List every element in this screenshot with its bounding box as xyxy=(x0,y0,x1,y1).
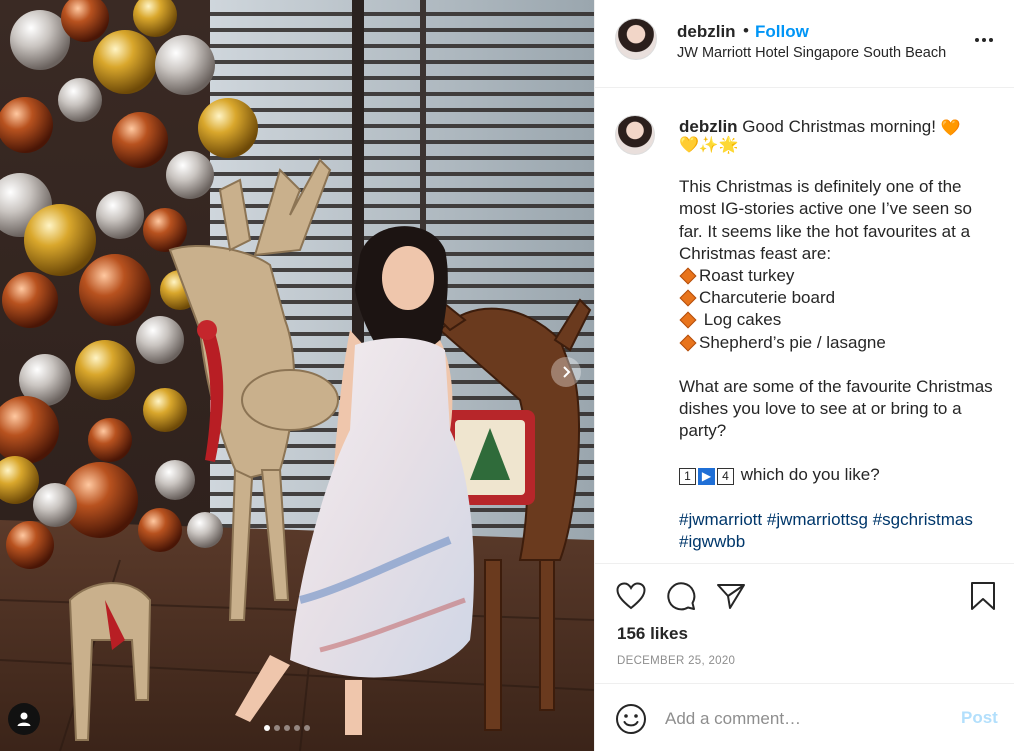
list-item: Shepherd’s pie / lasagne xyxy=(679,332,997,354)
smiley-icon xyxy=(616,704,646,734)
bookmark-icon xyxy=(971,582,995,610)
more-options-icon[interactable] xyxy=(975,38,993,42)
caption-greeting: Good Christmas morning! xyxy=(742,117,936,136)
orange-diamond-icon xyxy=(679,311,697,329)
caption-avatar[interactable] xyxy=(615,115,655,155)
avatar[interactable] xyxy=(615,18,657,60)
carousel-dot xyxy=(264,725,270,731)
comment-button[interactable] xyxy=(665,580,697,612)
location-link[interactable]: JW Marriott Hotel Singapore South Beach xyxy=(677,45,946,61)
post-comment-button[interactable]: Post xyxy=(961,708,998,728)
carousel-next-button[interactable] xyxy=(551,357,581,387)
carousel-dot xyxy=(294,725,300,731)
hashtag-link[interactable]: #jwmarriott xyxy=(679,510,762,529)
likes-count[interactable]: 156 likes xyxy=(617,624,688,644)
emoji-picker-button[interactable] xyxy=(615,703,647,735)
hashtag-link[interactable]: #sgchristmas xyxy=(873,510,973,529)
orange-diamond-icon xyxy=(679,267,697,285)
carousel-dot xyxy=(284,725,290,731)
post-sidebar: debzlin • Follow JW Marriott Hotel Singa… xyxy=(594,0,1014,751)
post-actions: 156 likes DECEMBER 25, 2020 Post xyxy=(595,563,1014,751)
comment-input[interactable] xyxy=(665,707,935,731)
caption-text: debzlin Good Christmas morning! 🧡 💛✨🌟 Th… xyxy=(679,116,997,553)
share-button[interactable] xyxy=(715,580,747,612)
post-date[interactable]: DECEMBER 25, 2020 xyxy=(617,655,735,667)
list-item: Roast turkey xyxy=(679,265,997,287)
orange-diamond-icon xyxy=(679,289,697,307)
comment-form: Post xyxy=(595,683,1014,751)
save-button[interactable] xyxy=(967,580,999,612)
orange-diamond-icon xyxy=(679,334,697,352)
list-item: Log cakes xyxy=(679,309,997,331)
hashtag-link[interactable]: #igwwbb xyxy=(679,532,745,551)
separator-dot: • xyxy=(743,21,749,40)
heart-icon xyxy=(616,582,646,610)
like-button[interactable] xyxy=(615,580,647,612)
user-icon xyxy=(17,712,31,726)
post-header: debzlin • Follow JW Marriott Hotel Singa… xyxy=(595,0,1014,88)
header-username[interactable]: debzlin xyxy=(677,22,736,42)
follow-button[interactable]: Follow xyxy=(755,22,809,42)
keycap-1-icon: 1 xyxy=(679,468,696,486)
carousel-indicator xyxy=(264,725,310,731)
post-image xyxy=(0,0,594,751)
caption-username[interactable]: debzlin xyxy=(679,117,738,136)
carousel-dot xyxy=(304,725,310,731)
hashtag-link[interactable]: #jwmarriottsg xyxy=(767,510,868,529)
play-button-icon: ▶ xyxy=(698,468,715,486)
chevron-right-icon xyxy=(563,366,571,378)
orange-heart-emoji: 🧡 xyxy=(940,120,961,137)
emoji-line: 💛✨🌟 xyxy=(679,137,739,155)
caption-paragraph-2: What are some of the favourite Christmas… xyxy=(679,376,993,441)
post-photo[interactable] xyxy=(0,0,594,751)
list-item: Charcuterie board xyxy=(679,287,997,309)
paper-plane-icon xyxy=(717,584,745,609)
caption-question: which do you like? xyxy=(740,465,880,485)
keycap-4-icon: 4 xyxy=(717,468,734,486)
tagged-users-button[interactable] xyxy=(8,703,40,735)
caption-paragraph-1: This Christmas is definitely one of the … xyxy=(679,177,972,263)
comment-icon xyxy=(667,582,696,611)
carousel-dot xyxy=(274,725,280,731)
caption-section: debzlin Good Christmas morning! 🧡 💛✨🌟 Th… xyxy=(595,88,1014,563)
